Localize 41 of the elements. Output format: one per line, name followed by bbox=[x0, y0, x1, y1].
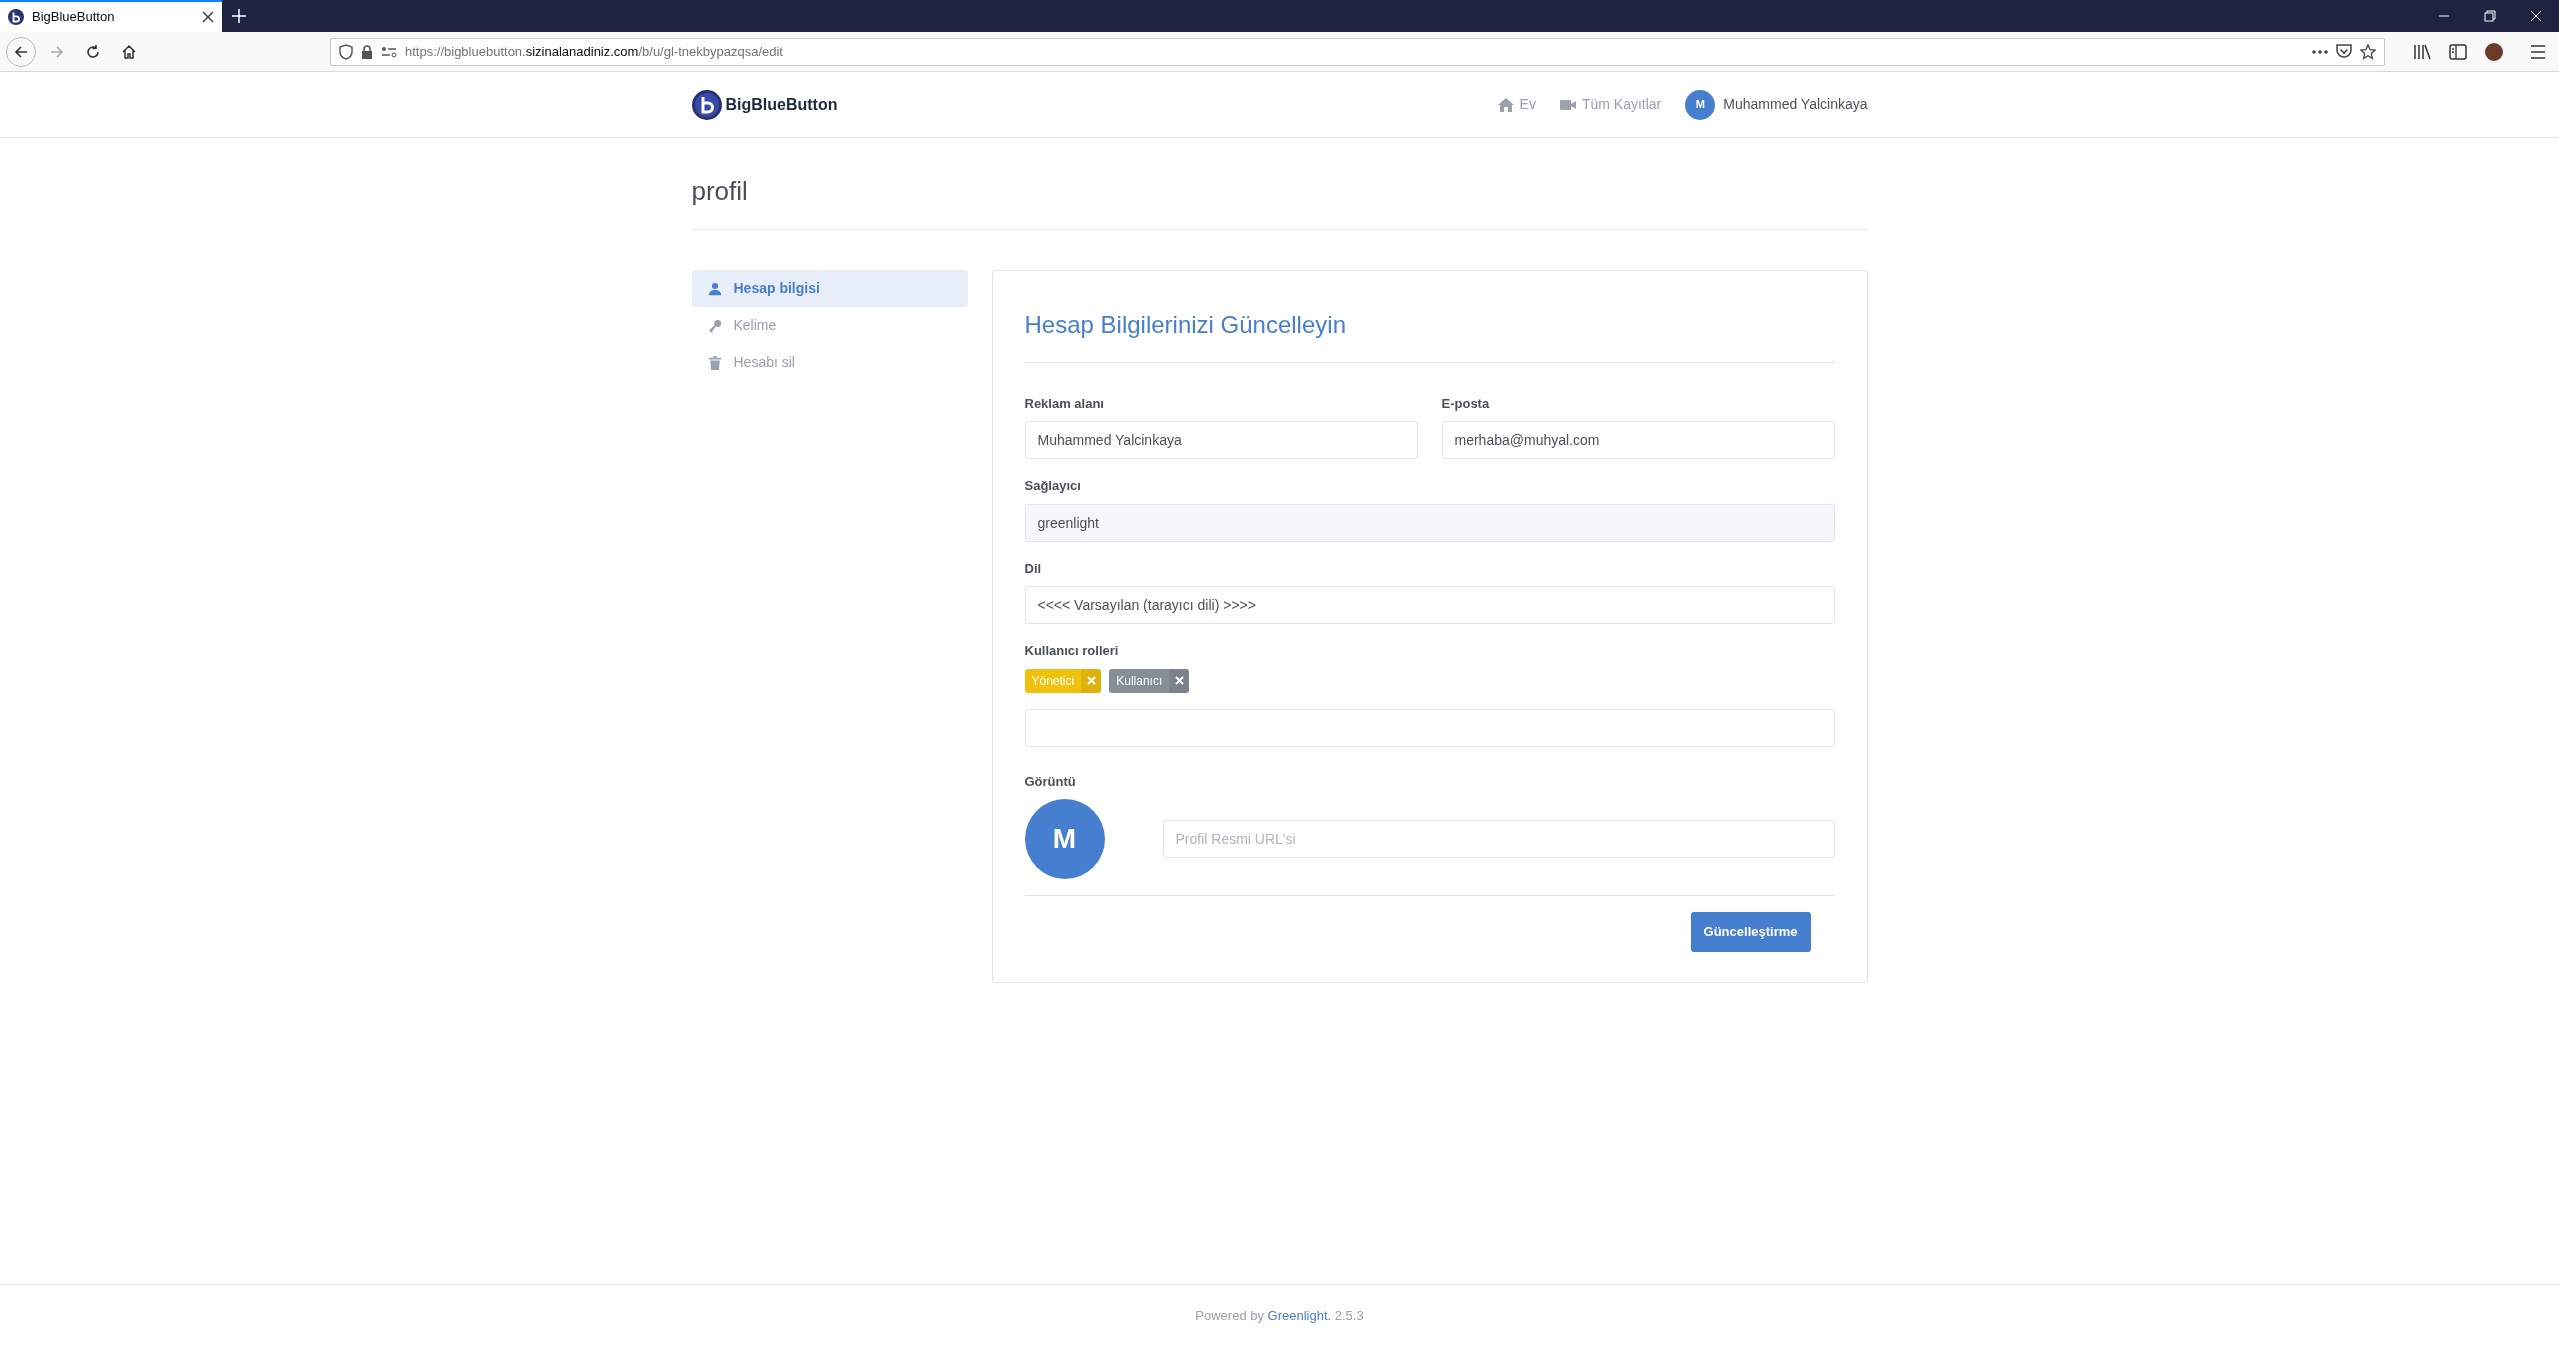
brand-logo[interactable]: BigBlueButton bbox=[691, 89, 838, 120]
language-select[interactable]: <<<< Varsayılan (tarayıcı dili) >>>> bbox=[1024, 586, 1835, 625]
lock-icon bbox=[361, 44, 373, 59]
update-button[interactable]: Güncelleştirme bbox=[1690, 912, 1811, 952]
footer-text: Powered by Greenlight. 2.5.3 bbox=[1195, 1306, 1364, 1325]
browser-tab[interactable]: BigBlueButton bbox=[0, 0, 222, 32]
key-icon bbox=[707, 318, 722, 333]
field-label: Görüntü bbox=[1024, 773, 1076, 791]
field-label: Dil bbox=[1024, 560, 1042, 578]
page-title: profil bbox=[691, 138, 1868, 231]
roles-input[interactable] bbox=[1024, 709, 1835, 747]
greenlight-link[interactable]: Greenlight. bbox=[1267, 1307, 1332, 1323]
home-icon bbox=[1497, 96, 1514, 113]
logo-icon bbox=[8, 9, 24, 25]
address-bar[interactable]: https://bigbluebutton.sizinalanadiniz.com/b/u/gl-tnekbypazqsa/edit bbox=[330, 37, 2385, 66]
user-name: Muhammed Yalcinkaya bbox=[1723, 95, 1868, 114]
user-icon bbox=[707, 281, 722, 296]
more-icon[interactable] bbox=[2312, 49, 2328, 54]
profile-avatar: M bbox=[1024, 799, 1105, 880]
field-label: E-posta bbox=[1441, 395, 1490, 413]
star-icon[interactable] bbox=[2360, 43, 2376, 60]
user-menu[interactable]: M Muhammed Yalcinkaya bbox=[1685, 89, 1868, 120]
user-avatar: M bbox=[1685, 89, 1716, 120]
permissions-icon bbox=[381, 45, 397, 58]
close-icon[interactable] bbox=[202, 11, 214, 23]
url-text: https://bigbluebutton.sizinalanadiniz.com/b/u/gl-tnekbypazqsa/edit bbox=[405, 42, 783, 61]
field-label: Reklam alanı bbox=[1024, 395, 1104, 413]
tab-title: BigBlueButton bbox=[32, 8, 115, 27]
shield-icon bbox=[339, 43, 353, 60]
field-label: Kullanıcı rolleri bbox=[1024, 642, 1119, 661]
readonly-input[interactable]: greenlight bbox=[1024, 504, 1835, 542]
pocket-icon[interactable] bbox=[2336, 44, 2352, 59]
form-title: Hesap Bilgilerinizi Güncelleyin bbox=[1024, 311, 1835, 363]
field-label: Sağlayıcı bbox=[1024, 477, 1081, 496]
text-input[interactable]: Muhammed Yalcinkaya bbox=[1024, 421, 1418, 460]
role-tag: Kullanıcı bbox=[1109, 669, 1190, 693]
text-input[interactable]: merhaba@muhyal.com bbox=[1441, 421, 1835, 460]
remove-icon[interactable] bbox=[1169, 669, 1190, 693]
image-url-input[interactable]: Profil Resmi URL'si bbox=[1162, 820, 1835, 859]
trash-icon bbox=[707, 355, 722, 370]
role-tag: Yönetici bbox=[1024, 669, 1102, 693]
